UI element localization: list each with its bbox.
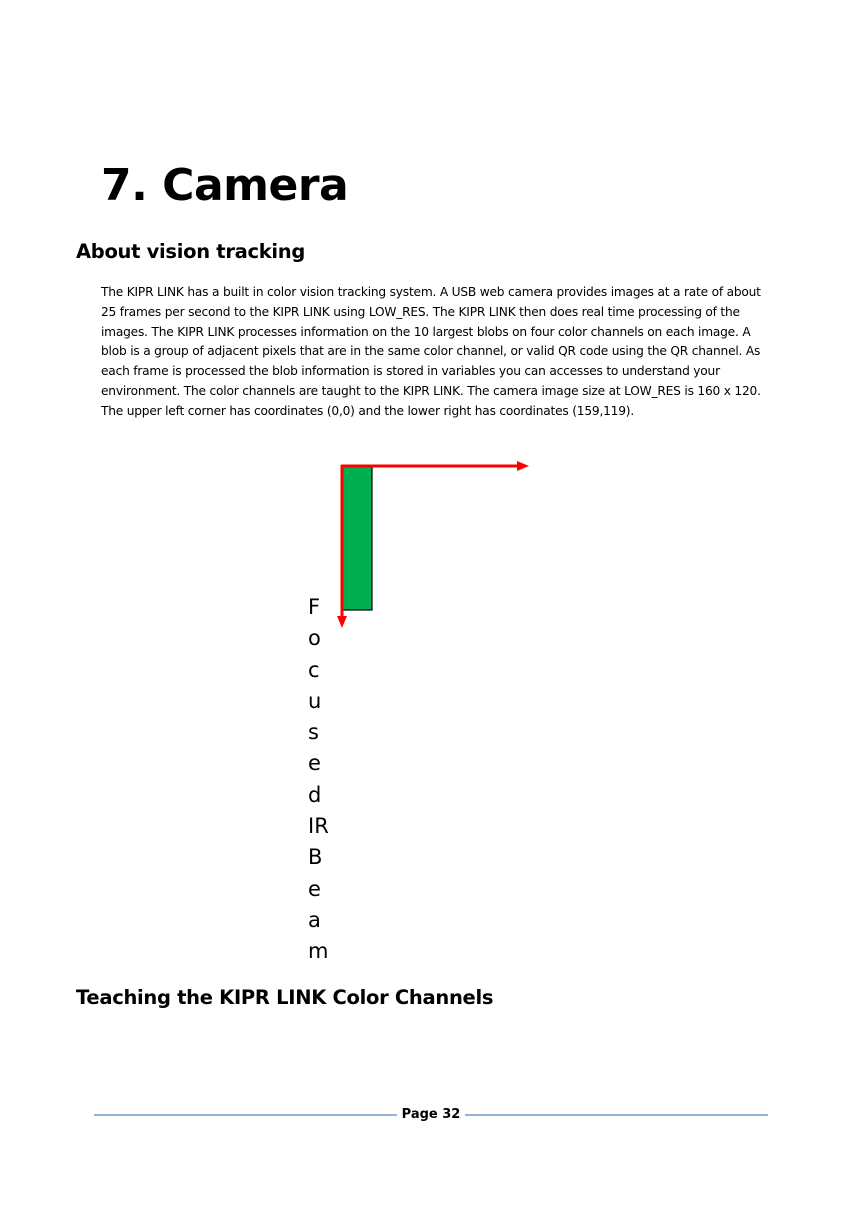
y-axis-arrow-head	[337, 616, 347, 628]
x-axis-arrow-head	[517, 461, 529, 471]
beam-label-letter: e	[308, 876, 321, 901]
section-heading-teaching-color-channels: Teaching the KIPR LINK Color Channels	[76, 986, 494, 1009]
vertical-beam-label: F o c u s e d IR B e a m	[308, 592, 338, 968]
beam-label-letter: a	[308, 907, 321, 932]
beam-label-letter: c	[308, 657, 320, 682]
beam-label-letter: B	[308, 845, 323, 870]
beam-label-letter: o	[308, 626, 321, 651]
beam-label-letter: s	[308, 720, 319, 745]
beam-label-letter: m	[308, 939, 329, 964]
beam-label-letter: F	[308, 595, 321, 619]
beam-label-letter: u	[308, 688, 322, 713]
footer-divider-right	[465, 1114, 768, 1116]
chapter-title: 7. Camera	[101, 160, 349, 211]
intro-paragraph: The KIPR LINK has a built in color visio…	[101, 285, 761, 418]
ir-beam-rectangle	[341, 465, 373, 611]
section-heading-vision-tracking: About vision tracking	[76, 240, 306, 263]
beam-label-letter: IR	[308, 814, 329, 839]
footer-divider-left	[94, 1114, 397, 1116]
beam-label-letter: d	[308, 782, 322, 807]
beam-label-letter: e	[308, 751, 321, 776]
page-number: Page 32	[401, 1107, 461, 1122]
